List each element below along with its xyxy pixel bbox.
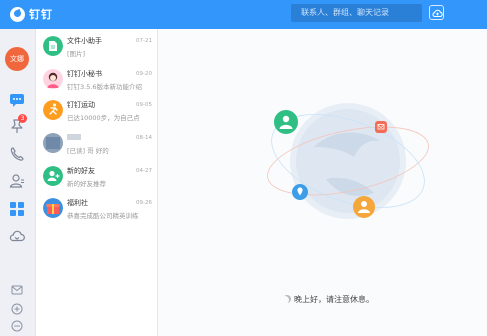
phone-icon[interactable]: [8, 145, 26, 163]
conversation-time: 09-05: [136, 102, 152, 108]
sport-avatar-icon: [43, 100, 63, 120]
messages-icon[interactable]: [8, 91, 26, 109]
conversation-time: 09-26: [136, 200, 152, 206]
title-bar: 钉钉 联系人、群组、聊天记录: [0, 0, 487, 29]
conversation-time: 08-14: [136, 135, 152, 141]
add-icon[interactable]: [8, 300, 26, 318]
side-navigation: 文娜 3: [0, 29, 36, 336]
search-input[interactable]: 联系人、群组、聊天记录: [291, 4, 422, 22]
conversation-time: 09-20: [136, 71, 152, 77]
welfare-avatar-icon: [43, 198, 63, 218]
conversation-preview: 恭喜完成酷公司精英训练: [67, 212, 139, 220]
todo-badge: 3: [18, 114, 27, 123]
secretary-avatar-icon: [43, 69, 63, 89]
conversation-item[interactable]: 福利社 恭喜完成酷公司精英训练 09-26: [36, 193, 158, 226]
contacts-icon[interactable]: [8, 172, 26, 190]
workbench-icon[interactable]: [8, 200, 26, 218]
new-friend-avatar-icon: [43, 166, 63, 186]
conversation-name: [67, 134, 81, 140]
search-placeholder: 联系人、群组、聊天记录: [301, 8, 389, 17]
conversation-item[interactable]: 文件小助手 [图片] 07-21: [36, 31, 158, 64]
cloud-sync-button[interactable]: [429, 5, 444, 20]
conversation-item[interactable]: 新的好友 新的好友推荐 04-27: [36, 161, 158, 194]
mail-bubble-icon: [375, 121, 387, 133]
greeting-text: 晚上好，请注意休息。: [283, 294, 374, 305]
moon-icon: [283, 295, 291, 303]
conversation-preview: [图片]: [67, 50, 86, 58]
conversation-name: 新的好友: [67, 167, 95, 175]
cloud-disk-icon[interactable]: [8, 227, 26, 245]
more-icon[interactable]: [8, 317, 26, 335]
main-panel: 晚上好，请注意休息。: [158, 29, 487, 336]
conversation-name: 钉钉运动: [67, 101, 95, 109]
conversation-preview: 钉钉3.5.6版本新功能介绍: [67, 83, 143, 91]
app-logo: 钉钉: [10, 6, 53, 22]
contact-avatar-icon: [43, 133, 63, 153]
greeting-message: 晚上好，请注意休息。: [294, 295, 374, 304]
user-avatar[interactable]: 文娜: [5, 47, 29, 71]
conversation-time: 07-21: [136, 38, 152, 44]
conversation-preview: [已读] 哥 好的: [67, 147, 109, 155]
conversation-name: 钉钉小秘书: [67, 70, 102, 78]
cloud-icon: [432, 9, 443, 17]
mail-icon[interactable]: [8, 281, 26, 299]
dingtalk-logo-icon: [10, 6, 25, 22]
conversation-name: 福利社: [67, 199, 88, 207]
conversation-item[interactable]: 钉钉运动 已达10000步，为自己点 09-05: [36, 95, 158, 128]
conversation-preview: 新的好友推荐: [67, 180, 106, 188]
app-name: 钉钉: [29, 8, 53, 21]
globe-illustration: [267, 103, 429, 219]
conversation-preview: 已达10000步，为自己点: [67, 114, 140, 122]
conversation-item[interactable]: 钉钉小秘书 钉钉3.5.6版本新功能介绍 09-20: [36, 64, 158, 97]
conversation-item[interactable]: [已读] 哥 好的 08-14: [36, 128, 158, 161]
conversation-name: 文件小助手: [67, 37, 102, 45]
conversation-time: 04-27: [136, 168, 152, 174]
file-helper-avatar-icon: [43, 36, 63, 56]
conversation-list: 文件小助手 [图片] 07-21 钉钉小秘书 钉钉3.5.6版本新功能介绍 09…: [36, 29, 158, 336]
